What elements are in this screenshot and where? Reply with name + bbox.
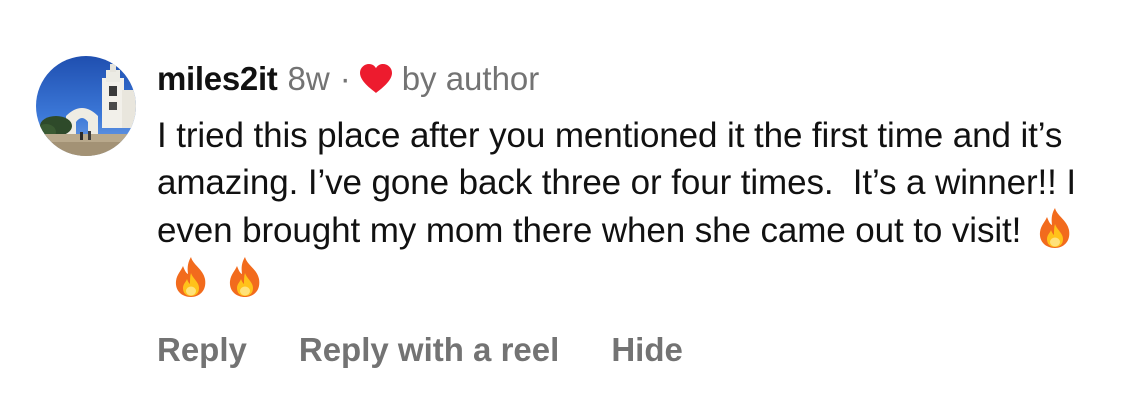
hide-button[interactable]: Hide xyxy=(611,328,683,372)
liked-by-author-label: by author xyxy=(401,60,540,97)
fire-emoji-icon xyxy=(171,255,211,299)
comment-text: I tried this place after you mentioned i… xyxy=(157,116,1086,250)
reply-button[interactable]: Reply xyxy=(157,328,247,372)
avatar-photo xyxy=(36,56,136,156)
comment: miles2it 8w · by author I tried this pla… xyxy=(0,0,1140,402)
fire-emoji-icon xyxy=(1035,206,1075,250)
fire-emoji-icon xyxy=(225,255,265,299)
heart-icon xyxy=(359,63,393,95)
avatar[interactable] xyxy=(36,56,136,156)
username[interactable]: miles2it xyxy=(157,56,278,102)
separator-dot: · xyxy=(339,60,351,97)
comment-time: 8w xyxy=(287,60,330,97)
comment-header: miles2it 8w · by author xyxy=(157,56,539,102)
comment-actions: Reply Reply with a reel Hide xyxy=(157,328,683,372)
reply-with-reel-button[interactable]: Reply with a reel xyxy=(299,328,559,372)
comment-body: I tried this place after you mentioned i… xyxy=(157,113,1127,303)
